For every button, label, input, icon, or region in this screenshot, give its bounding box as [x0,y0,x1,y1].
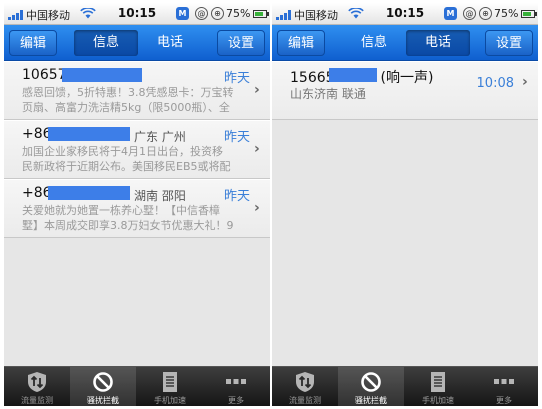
speedup-icon [163,372,177,392]
message-date: 昨天 [223,189,250,204]
message-preview: 感恩回馈，5折特惠！3.8凭感恩卡：万宝转 页扇、高富力洗洁精5kg（限5000… [22,86,234,114]
tab-speedup[interactable]: 手机加速 [405,367,471,406]
more-icon [226,379,246,384]
caller-location: 山东济南 联通 [290,87,366,101]
message-preview: 关爱她就为她置一栋养心墅！【中信香樟 墅】本周成交即享3.8万妇女节优惠大礼！9 [22,204,234,232]
status-bar: 中国移动 10:15 M @ ⊕ 75% [272,3,538,25]
call-time: 10:08 [476,76,514,91]
redaction-bar [329,68,377,82]
battery-percent: 75% [226,7,251,20]
redaction-bar [62,68,142,82]
sender-number: 10657 [22,67,67,83]
nav-bar: 编辑 信息 电话 设置 [4,25,270,61]
settings-button[interactable]: 设置 [217,30,265,56]
rotation-lock-icon: ⊕ [479,7,492,20]
tab-more[interactable]: 更多 [203,367,269,406]
traffic-monitor-icon [28,372,46,392]
tab-traffic-monitor[interactable]: 流量监测 [4,367,70,406]
message-date: 昨天 [223,71,250,86]
at-icon: @ [195,7,208,20]
nav-bar: 编辑 信息 电话 设置 [272,25,538,61]
chevron-right-icon: › [254,141,260,157]
tab-label: 手机加速 [154,396,186,405]
traffic-monitor-icon [296,372,314,392]
tab-label: 更多 [228,396,244,405]
block-icon [361,372,381,392]
phone-screen-messages: 中国移动 10:15 M @ ⊕ 75% 编辑 信息 电话 设置 10657 昨… [4,3,270,406]
phone-screen-calls: 中国移动 10:15 M @ ⊕ 75% 编辑 信息 电话 设置 15665 (响… [272,3,538,406]
tab-more[interactable]: 更多 [471,367,537,406]
tab-label: 流量监测 [289,396,321,405]
bottom-tab-bar: 流量监测 骚扰拦截 手机加速 更多 [4,366,270,406]
tab-label: 手机加速 [422,396,454,405]
redaction-bar [48,127,130,141]
tab-traffic-monitor[interactable]: 流量监测 [272,367,338,406]
tab-label: 骚扰拦截 [87,396,119,405]
at-icon: @ [463,7,476,20]
block-icon [93,372,113,392]
redaction-bar [48,186,130,200]
tab-harassment-block[interactable]: 骚扰拦截 [70,367,136,406]
tab-calls[interactable]: 电话 [138,30,202,56]
more-icon [494,379,514,384]
speedup-icon [431,372,445,392]
tab-calls[interactable]: 电话 [406,30,470,56]
message-date: 昨天 [223,130,250,145]
status-bar: 中国移动 10:15 M @ ⊕ 75% [4,3,270,25]
sender-location: 广东 广州 [134,130,186,144]
edit-button[interactable]: 编辑 [9,30,57,56]
chevron-right-icon: › [522,74,528,90]
list-item[interactable]: +86 湖南 邵阳 昨天 关爱她就为她置一栋养心墅！【中信香樟 墅】本周成交即享… [4,179,270,238]
tab-label: 流量监测 [21,396,53,405]
tab-label: 更多 [496,396,512,405]
tab-messages[interactable]: 信息 [74,30,138,56]
chevron-right-icon: › [254,200,260,216]
message-list: 10657 昨天 感恩回馈，5折特惠！3.8凭感恩卡：万宝转 页扇、高富力洗洁精… [4,61,270,238]
bottom-tab-bar: 流量监测 骚扰拦截 手机加速 更多 [272,366,538,406]
sender-location: 湖南 邵阳 [134,189,186,203]
rotation-lock-icon: ⊕ [211,7,224,20]
tab-harassment-block[interactable]: 骚扰拦截 [338,367,404,406]
tab-speedup[interactable]: 手机加速 [137,367,203,406]
tab-label: 骚扰拦截 [355,396,387,405]
battery-percent: 75% [494,7,519,20]
battery-icon [253,10,269,18]
chevron-right-icon: › [254,82,260,98]
settings-button[interactable]: 设置 [485,30,533,56]
tab-messages[interactable]: 信息 [342,30,406,56]
list-item[interactable]: +86 广东 广州 昨天 加国企业家移民将于4月1日出台，投资移 民新政将于近期… [4,120,270,179]
app-badge-icon: M [444,7,457,20]
message-preview: 加国企业家移民将于4月1日出台，投资移 民新政将于近期公布。美国移民EB5或将配 [22,145,231,173]
battery-icon [521,10,537,18]
call-list: 15665 (响一声) 山东济南 联通 10:08 › [272,61,538,120]
edit-button[interactable]: 编辑 [277,30,325,56]
list-item[interactable]: 15665 (响一声) 山东济南 联通 10:08 › [272,61,538,120]
app-badge-icon: M [176,7,189,20]
list-item[interactable]: 10657 昨天 感恩回馈，5折特惠！3.8凭感恩卡：万宝转 页扇、高富力洗洁精… [4,61,270,120]
